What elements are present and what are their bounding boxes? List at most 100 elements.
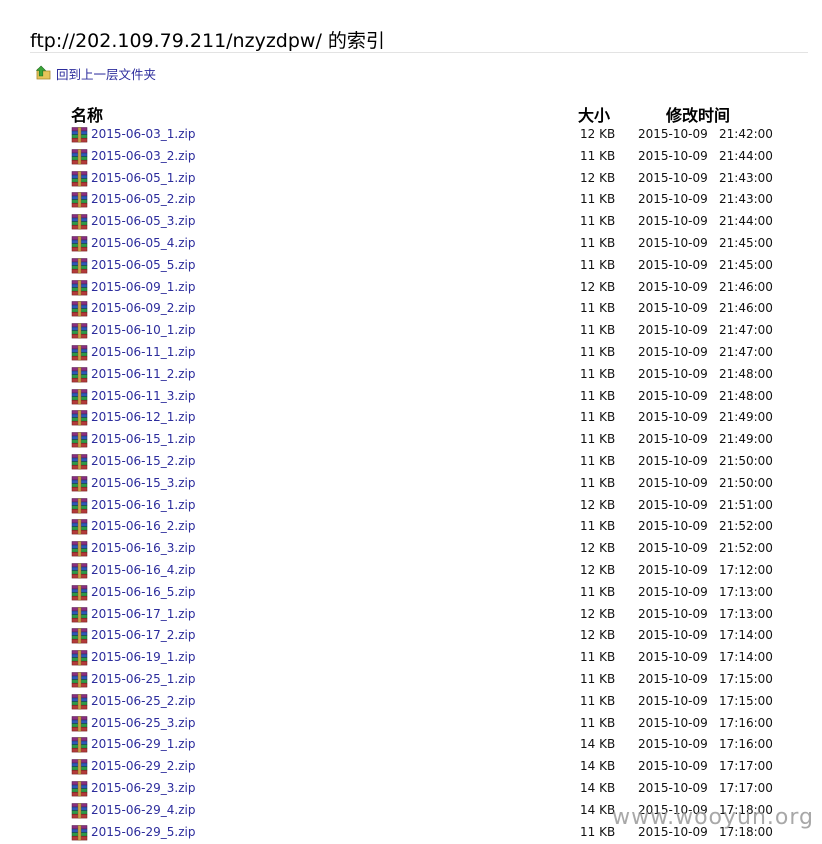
file-row: 2015-06-11_2.zip 11 KB 2015-10-09 21:48:00 — [0, 364, 822, 386]
file-time: 17:16:00 — [719, 737, 773, 752]
winrar-archive-icon — [71, 497, 88, 514]
file-size: 11 KB — [580, 584, 616, 599]
file-time: 17:16:00 — [719, 715, 773, 730]
winrar-archive-icon — [71, 606, 88, 623]
file-link[interactable]: 2015-06-05_2.zip — [91, 192, 195, 206]
file-link[interactable]: 2015-06-29_5.zip — [91, 825, 195, 839]
file-date: 2015-10-09 — [638, 192, 708, 207]
file-link[interactable]: 2015-06-10_1.zip — [91, 323, 195, 337]
file-size: 11 KB — [580, 475, 616, 490]
winrar-archive-icon — [71, 824, 88, 841]
file-link[interactable]: 2015-06-29_1.zip — [91, 737, 195, 751]
file-link[interactable]: 2015-06-25_1.zip — [91, 672, 195, 686]
file-size: 14 KB — [580, 737, 616, 752]
file-link[interactable]: 2015-06-11_1.zip — [91, 345, 195, 359]
file-date: 2015-10-09 — [638, 497, 708, 512]
file-row: 2015-06-19_1.zip 11 KB 2015-10-09 17:14:00 — [0, 647, 822, 669]
file-link[interactable]: 2015-06-15_3.zip — [91, 476, 195, 490]
parent-folder-link[interactable]: 回到上一层文件夹 — [36, 63, 156, 83]
file-size: 11 KB — [580, 453, 616, 468]
file-link[interactable]: 2015-06-03_1.zip — [91, 127, 195, 141]
file-link[interactable]: 2015-06-17_1.zip — [91, 607, 195, 621]
file-time: 17:12:00 — [719, 562, 773, 577]
file-date: 2015-10-09 — [638, 737, 708, 752]
file-link[interactable]: 2015-06-25_2.zip — [91, 694, 195, 708]
winrar-archive-icon — [71, 628, 88, 644]
file-time: 21:48:00 — [719, 366, 773, 381]
file-size: 11 KB — [580, 519, 616, 534]
winrar-archive-icon — [71, 476, 88, 492]
winrar-archive-icon — [71, 149, 88, 165]
file-link[interactable]: 2015-06-16_5.zip — [91, 585, 195, 599]
file-link[interactable]: 2015-06-29_2.zip — [91, 759, 195, 773]
file-link[interactable]: 2015-06-15_1.zip — [91, 432, 195, 446]
file-date: 2015-10-09 — [638, 693, 708, 708]
file-date: 2015-10-09 — [638, 257, 708, 272]
file-link[interactable]: 2015-06-05_3.zip — [91, 214, 195, 228]
file-row: 2015-06-03_1.zip 12 KB 2015-10-09 21:42:00 — [0, 124, 822, 146]
file-list: 2015-06-03_1.zip 12 KB 2015-10-09 21:42:00 2… — [0, 124, 822, 843]
file-row: 2015-06-09_2.zip 11 KB 2015-10-09 21:46:00 — [0, 298, 822, 320]
file-link[interactable]: 2015-06-29_4.zip — [91, 803, 195, 817]
file-row: 2015-06-29_3.zip 14 KB 2015-10-09 17:17:00 — [0, 778, 822, 800]
file-date: 2015-10-09 — [638, 475, 708, 490]
file-date: 2015-10-09 — [638, 628, 708, 643]
file-time: 21:50:00 — [719, 475, 773, 490]
parent-folder-label: 回到上一层文件夹 — [56, 66, 157, 82]
file-link[interactable]: 2015-06-05_1.zip — [91, 171, 195, 185]
file-size: 11 KB — [580, 715, 616, 730]
file-row: 2015-06-05_4.zip 11 KB 2015-10-09 21:45:00 — [0, 233, 822, 255]
file-link[interactable]: 2015-06-29_3.zip — [91, 781, 195, 795]
file-date: 2015-10-09 — [638, 519, 708, 534]
file-date: 2015-10-09 — [638, 301, 708, 316]
winrar-archive-icon — [71, 170, 88, 187]
file-link[interactable]: 2015-06-16_1.zip — [91, 498, 195, 512]
winrar-archive-icon — [71, 301, 88, 317]
file-link[interactable]: 2015-06-17_2.zip — [91, 628, 195, 642]
file-link[interactable]: 2015-06-05_4.zip — [91, 236, 195, 250]
file-link[interactable]: 2015-06-11_3.zip — [91, 389, 195, 403]
file-link[interactable]: 2015-06-19_1.zip — [91, 650, 195, 664]
file-row: 2015-06-05_1.zip 12 KB 2015-10-09 21:43:00 — [0, 168, 822, 190]
file-link[interactable]: 2015-06-16_3.zip — [91, 541, 195, 555]
file-size: 12 KB — [580, 628, 616, 643]
file-row: 2015-06-03_2.zip 11 KB 2015-10-09 21:44:00 — [0, 146, 822, 168]
file-link[interactable]: 2015-06-09_2.zip — [91, 301, 195, 315]
winrar-archive-icon — [71, 258, 88, 274]
file-time: 21:47:00 — [719, 323, 773, 338]
file-size: 11 KB — [580, 257, 616, 272]
file-link[interactable]: 2015-06-16_2.zip — [91, 519, 195, 533]
file-time: 21:43:00 — [719, 192, 773, 207]
file-link[interactable]: 2015-06-16_4.zip — [91, 563, 195, 577]
file-size: 11 KB — [580, 344, 616, 359]
file-link[interactable]: 2015-06-25_3.zip — [91, 716, 195, 730]
file-link[interactable]: 2015-06-09_1.zip — [91, 280, 195, 294]
file-time: 17:17:00 — [719, 759, 773, 774]
watermark: www.wooyun.org — [612, 805, 814, 830]
winrar-archive-icon — [71, 432, 88, 448]
file-date: 2015-10-09 — [638, 366, 708, 381]
winrar-archive-icon — [71, 279, 88, 296]
file-row: 2015-06-16_4.zip 12 KB 2015-10-09 17:12:00 — [0, 560, 822, 582]
file-size: 11 KB — [580, 301, 616, 316]
winrar-archive-icon — [71, 650, 88, 666]
file-size: 11 KB — [580, 148, 616, 163]
file-link[interactable]: 2015-06-03_2.zip — [91, 149, 195, 163]
file-link[interactable]: 2015-06-11_2.zip — [91, 367, 195, 381]
file-date: 2015-10-09 — [638, 584, 708, 599]
file-size: 11 KB — [580, 824, 616, 839]
file-size: 11 KB — [580, 323, 616, 338]
file-time: 21:46:00 — [719, 301, 773, 316]
column-header-size[interactable]: 大小 — [578, 102, 610, 126]
file-time: 21:45:00 — [719, 235, 773, 250]
column-header-name[interactable]: 名称 — [71, 102, 103, 126]
column-header-modified[interactable]: 修改时间 — [666, 102, 730, 126]
file-date: 2015-10-09 — [638, 671, 708, 686]
file-time: 21:48:00 — [719, 388, 773, 403]
file-row: 2015-06-17_2.zip 12 KB 2015-10-09 17:14:00 — [0, 625, 822, 647]
file-time: 21:47:00 — [719, 344, 773, 359]
file-link[interactable]: 2015-06-15_2.zip — [91, 454, 195, 468]
file-link[interactable]: 2015-06-05_5.zip — [91, 258, 195, 272]
file-row: 2015-06-10_1.zip 11 KB 2015-10-09 21:47:00 — [0, 320, 822, 342]
file-link[interactable]: 2015-06-12_1.zip — [91, 410, 195, 424]
